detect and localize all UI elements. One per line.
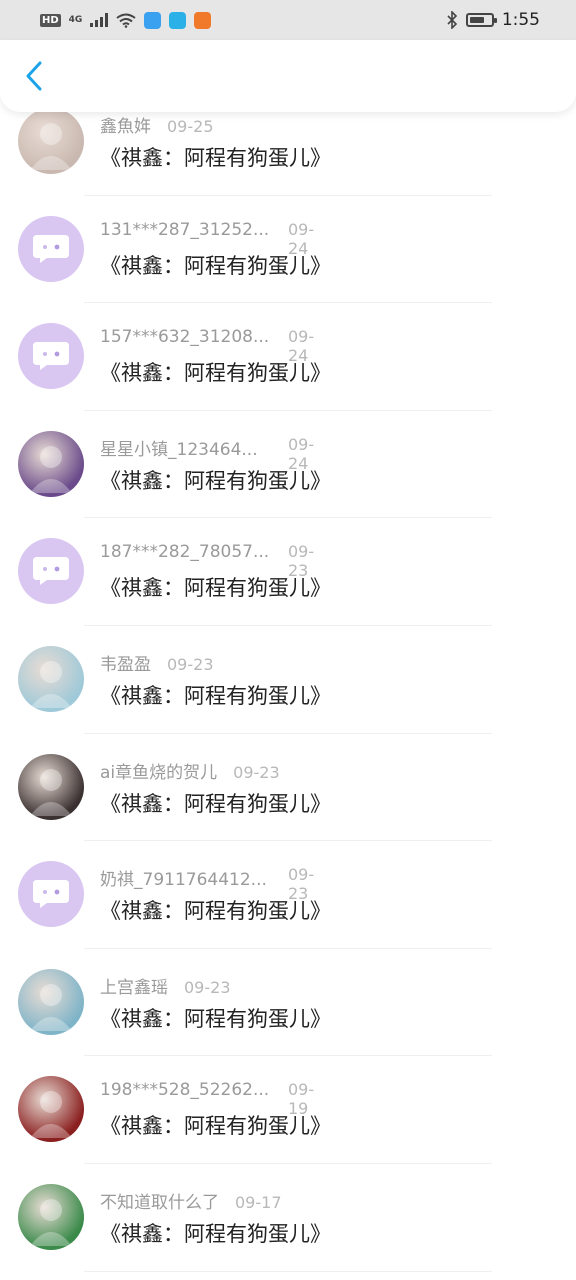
avatar[interactable] [18, 645, 84, 712]
battery-icon [465, 13, 497, 27]
user-name[interactable]: 鑫魚姩 [100, 112, 151, 137]
list-item[interactable]: 187***282_78057... 09-23 《祺鑫：阿程有狗蛋儿》 [0, 518, 576, 626]
video-app-icon [194, 11, 212, 29]
subscriber-list: 鑫魚姩 09-25 《祺鑫：阿程有狗蛋儿》 131***287_31252... 09-… [0, 88, 576, 1272]
avatar[interactable] [18, 538, 84, 605]
item-title: 《祺鑫：阿程有狗蛋儿》 [100, 253, 331, 278]
list-item[interactable]: 奶祺_7911764412... 09-23 《祺鑫：阿程有狗蛋儿》 [0, 841, 576, 949]
item-title: 《祺鑫：阿程有狗蛋儿》 [100, 683, 331, 708]
top-nav-bar [0, 40, 576, 112]
name-line: 韦盈盈 09-23 [100, 650, 214, 675]
list-item[interactable]: 韦盈盈 09-23 《祺鑫：阿程有狗蛋儿》 [0, 626, 576, 734]
name-line: 198***528_52262... 09-19 [100, 1080, 314, 1118]
divider [84, 1270, 492, 1272]
avatar[interactable] [18, 861, 84, 928]
item-date: 09-17 [235, 1192, 282, 1212]
item-title: 《祺鑫：阿程有狗蛋儿》 [100, 576, 331, 601]
wifi-icon [116, 13, 136, 28]
item-title: 《祺鑫：阿程有狗蛋儿》 [100, 1114, 331, 1139]
avatar[interactable] [18, 323, 84, 390]
user-photo-icon [30, 983, 72, 1031]
user-photo-icon [30, 445, 72, 493]
user-photo-icon [30, 768, 72, 816]
name-line: 157***632_31208... 09-24 [100, 327, 314, 365]
user-name[interactable]: 不知道取什么了 [100, 1188, 219, 1213]
hd-badge: HD [40, 13, 61, 27]
status-right: 1:55 [446, 10, 540, 30]
book-app-icon [169, 11, 187, 29]
name-line: 187***282_78057... 09-23 [100, 542, 314, 580]
avatar[interactable] [18, 1183, 84, 1250]
user-name[interactable]: 131***287_31252... [100, 220, 269, 240]
signal-icon [90, 13, 109, 27]
status-bar: HD 4G 1:55 [0, 0, 576, 40]
item-date: 09-23 [167, 654, 214, 674]
avatar[interactable] [18, 753, 84, 820]
chat-bubble-icon [33, 342, 69, 371]
name-line: 131***287_31252... 09-24 [100, 220, 314, 258]
bluetooth-icon [447, 11, 457, 29]
item-title: 《祺鑫：阿程有狗蛋儿》 [100, 361, 331, 386]
user-photo-icon [30, 1198, 72, 1246]
name-line: 鑫魚姩 09-25 [100, 112, 214, 137]
chevron-left-icon [26, 61, 42, 91]
cloud-app-icon [144, 11, 162, 29]
item-date: 09-23 [184, 977, 231, 997]
item-title: 《祺鑫：阿程有狗蛋儿》 [100, 468, 331, 493]
user-name[interactable]: 韦盈盈 [100, 650, 151, 675]
avatar[interactable] [18, 430, 84, 497]
name-line: 不知道取什么了 09-17 [100, 1188, 282, 1213]
list-item[interactable]: 星星小镇_123464... 09-24 《祺鑫：阿程有狗蛋儿》 [0, 411, 576, 519]
name-line: 上宫鑫瑶 09-23 [100, 973, 231, 998]
item-title: 《祺鑫：阿程有狗蛋儿》 [100, 899, 331, 924]
user-name[interactable]: 上宫鑫瑶 [100, 973, 168, 998]
item-date: 09-23 [233, 762, 280, 782]
name-line: ai章鱼烧的贺儿 09-23 [100, 758, 280, 783]
network-label: 4G [68, 15, 83, 25]
chat-bubble-icon [33, 880, 69, 909]
user-name[interactable]: 星星小镇_123464... [100, 435, 258, 460]
clock: 1:55 [501, 10, 540, 30]
item-title: 《祺鑫：阿程有狗蛋儿》 [100, 1221, 331, 1246]
user-name[interactable]: 198***528_52262... [100, 1080, 269, 1100]
status-left: HD 4G [40, 11, 212, 29]
back-button[interactable] [18, 60, 50, 92]
user-photo-icon [30, 123, 72, 170]
avatar[interactable] [18, 215, 84, 282]
user-photo-icon [30, 660, 72, 708]
name-line: 星星小镇_123464... 09-24 [100, 435, 314, 473]
item-title: 《祺鑫：阿程有狗蛋儿》 [100, 1006, 331, 1031]
item-title: 《祺鑫：阿程有狗蛋儿》 [100, 791, 331, 816]
list-item[interactable]: 198***528_52262... 09-19 《祺鑫：阿程有狗蛋儿》 [0, 1056, 576, 1164]
user-name[interactable]: 187***282_78057... [100, 542, 269, 562]
list-item[interactable]: 131***287_31252... 09-24 《祺鑫：阿程有狗蛋儿》 [0, 196, 576, 304]
name-line: 奶祺_7911764412... 09-23 [100, 865, 314, 903]
avatar[interactable] [18, 968, 84, 1035]
user-name[interactable]: 奶祺_7911764412... [100, 865, 267, 890]
list-item[interactable]: 上宫鑫瑶 09-23 《祺鑫：阿程有狗蛋儿》 [0, 949, 576, 1057]
chat-bubble-icon [33, 234, 69, 263]
chat-bubble-icon [33, 557, 69, 586]
item-date: 09-25 [167, 117, 214, 136]
user-name[interactable]: ai章鱼烧的贺儿 [100, 758, 217, 783]
user-photo-icon [30, 1091, 72, 1139]
list-item[interactable]: 不知道取什么了 09-17 《祺鑫：阿程有狗蛋儿》 [0, 1164, 576, 1272]
user-name[interactable]: 157***632_31208... [100, 327, 269, 347]
list-item[interactable]: ai章鱼烧的贺儿 09-23 《祺鑫：阿程有狗蛋儿》 [0, 734, 576, 842]
avatar[interactable] [18, 108, 84, 174]
item-title: 《祺鑫：阿程有狗蛋儿》 [100, 146, 331, 170]
list-item[interactable]: 157***632_31208... 09-24 《祺鑫：阿程有狗蛋儿》 [0, 303, 576, 411]
avatar[interactable] [18, 1076, 84, 1143]
